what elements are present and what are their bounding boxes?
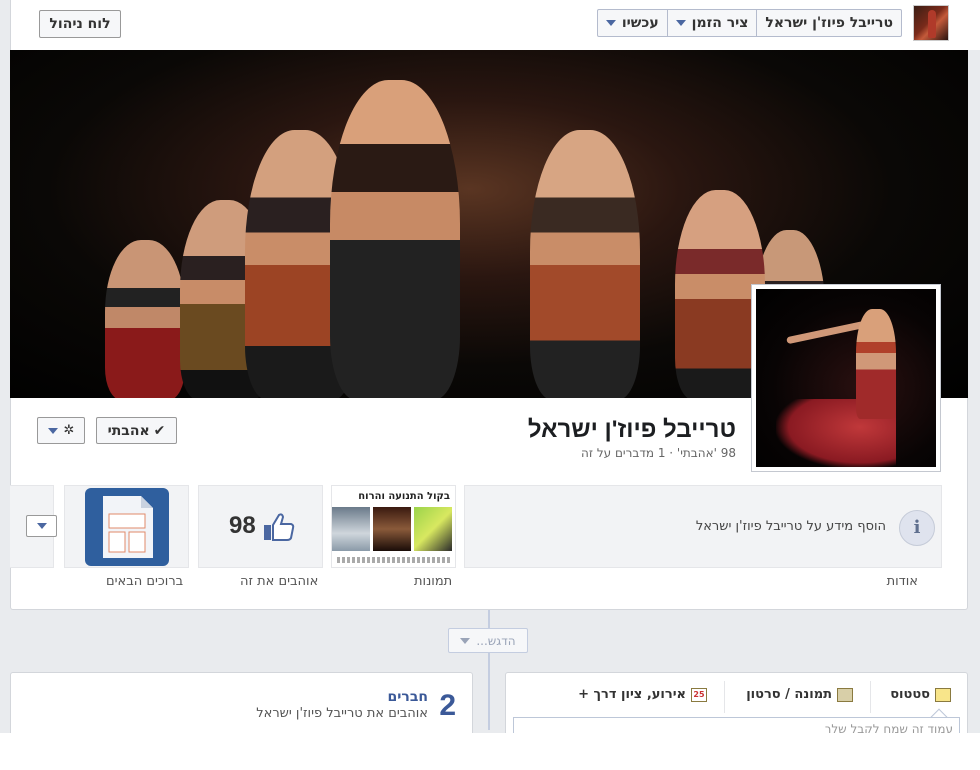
settings-button[interactable]: ✲ (37, 417, 85, 444)
chevron-down-icon (605, 20, 616, 26)
chevron-down-icon (36, 523, 47, 529)
tab-photo-video[interactable]: תמונה / סרטון (746, 687, 853, 702)
photo-label: תמונה / סרטון (746, 687, 832, 702)
about-add-info-text: הוסף מידע על טרייבל פיוז'ן ישראל (695, 519, 886, 534)
chevron-down-icon (460, 637, 471, 644)
post-composer: סטטוס תמונה / סרטון 25 אירוע, ציון דרך +… (505, 672, 968, 743)
photos-collage: בקול התנועה והרוח (332, 487, 454, 566)
now-label: עכשיו (621, 15, 659, 31)
page-stats: 98 'אהבתי' · 1 מדברים על זה (581, 446, 736, 460)
timeline-label: ציר הזמן (691, 15, 749, 31)
page-title[interactable]: טרייבל פיוז'ן ישראל (528, 416, 736, 444)
view-switcher: טרייבל פיוז'ן ישראל ציר הזמן עכשיו (596, 9, 902, 37)
profile-picture[interactable] (751, 284, 941, 472)
friends-title[interactable]: חברים (388, 689, 428, 705)
highlight-button[interactable]: הדגש... (448, 628, 528, 653)
photos-label[interactable]: תמונות (414, 574, 452, 589)
friends-subtitle: אוהבים את טרייבל פיוז'ן ישראל (256, 706, 428, 721)
photos-tile[interactable]: בקול התנועה והרוח (331, 485, 456, 568)
collage-caption: בקול התנועה והרוח (358, 491, 450, 502)
viewport-edge (0, 733, 980, 770)
camera-icon (837, 687, 853, 702)
admin-panel-button[interactable]: לוח ניהול (39, 10, 121, 38)
timeline-dropdown[interactable]: ציר הזמן (666, 10, 757, 36)
tab-event-milestone[interactable]: 25 אירוע, ציון דרך + (578, 687, 707, 702)
highlight-label: הדגש... (476, 633, 516, 648)
expand-tiles-button[interactable] (26, 515, 57, 537)
gear-icon: ✲ (63, 423, 75, 438)
document-icon (85, 488, 169, 566)
page-name-tab[interactable]: טרייבל פיוז'ן ישראל (756, 10, 901, 36)
like-button[interactable]: ✔ אהבתי (96, 417, 177, 444)
likes-count: 98 (229, 512, 256, 539)
info-icon: i (899, 510, 935, 546)
event-label: אירוע, ציון דרך + (578, 687, 686, 702)
friends-box: 2 חברים אוהבים את טרייבל פיוז'ן ישראל (10, 672, 473, 742)
likes-tile[interactable]: 98 (198, 485, 323, 568)
about-box[interactable]: i הוסף מידע על טרייבל פיוז'ן ישראל (464, 485, 942, 568)
apps-tile[interactable] (64, 485, 189, 568)
chevron-down-icon (675, 20, 686, 26)
status-icon (935, 687, 951, 702)
thumbs-up-icon (264, 513, 295, 541)
about-label[interactable]: אודות (887, 574, 918, 589)
calendar-icon: 25 (691, 687, 707, 702)
friends-count: 2 (439, 689, 456, 722)
check-icon: ✔ (153, 422, 166, 439)
dancer-figure (530, 130, 640, 398)
dancer-figure (330, 80, 460, 398)
page-avatar-small[interactable] (913, 5, 949, 41)
likes-label[interactable]: אוהבים את זה (240, 574, 318, 589)
status-label: סטטוס (890, 687, 930, 702)
apps-label[interactable]: ברוכים הבאים (106, 574, 183, 589)
top-bar: טרייבל פיוז'ן ישראל ציר הזמן עכשיו לוח נ… (10, 0, 980, 50)
chevron-down-icon (47, 427, 58, 434)
like-label: אהבתי (107, 422, 150, 439)
now-dropdown[interactable]: עכשיו (598, 10, 667, 36)
tab-status[interactable]: סטטוס (890, 687, 951, 702)
dancer-figure (105, 240, 185, 398)
